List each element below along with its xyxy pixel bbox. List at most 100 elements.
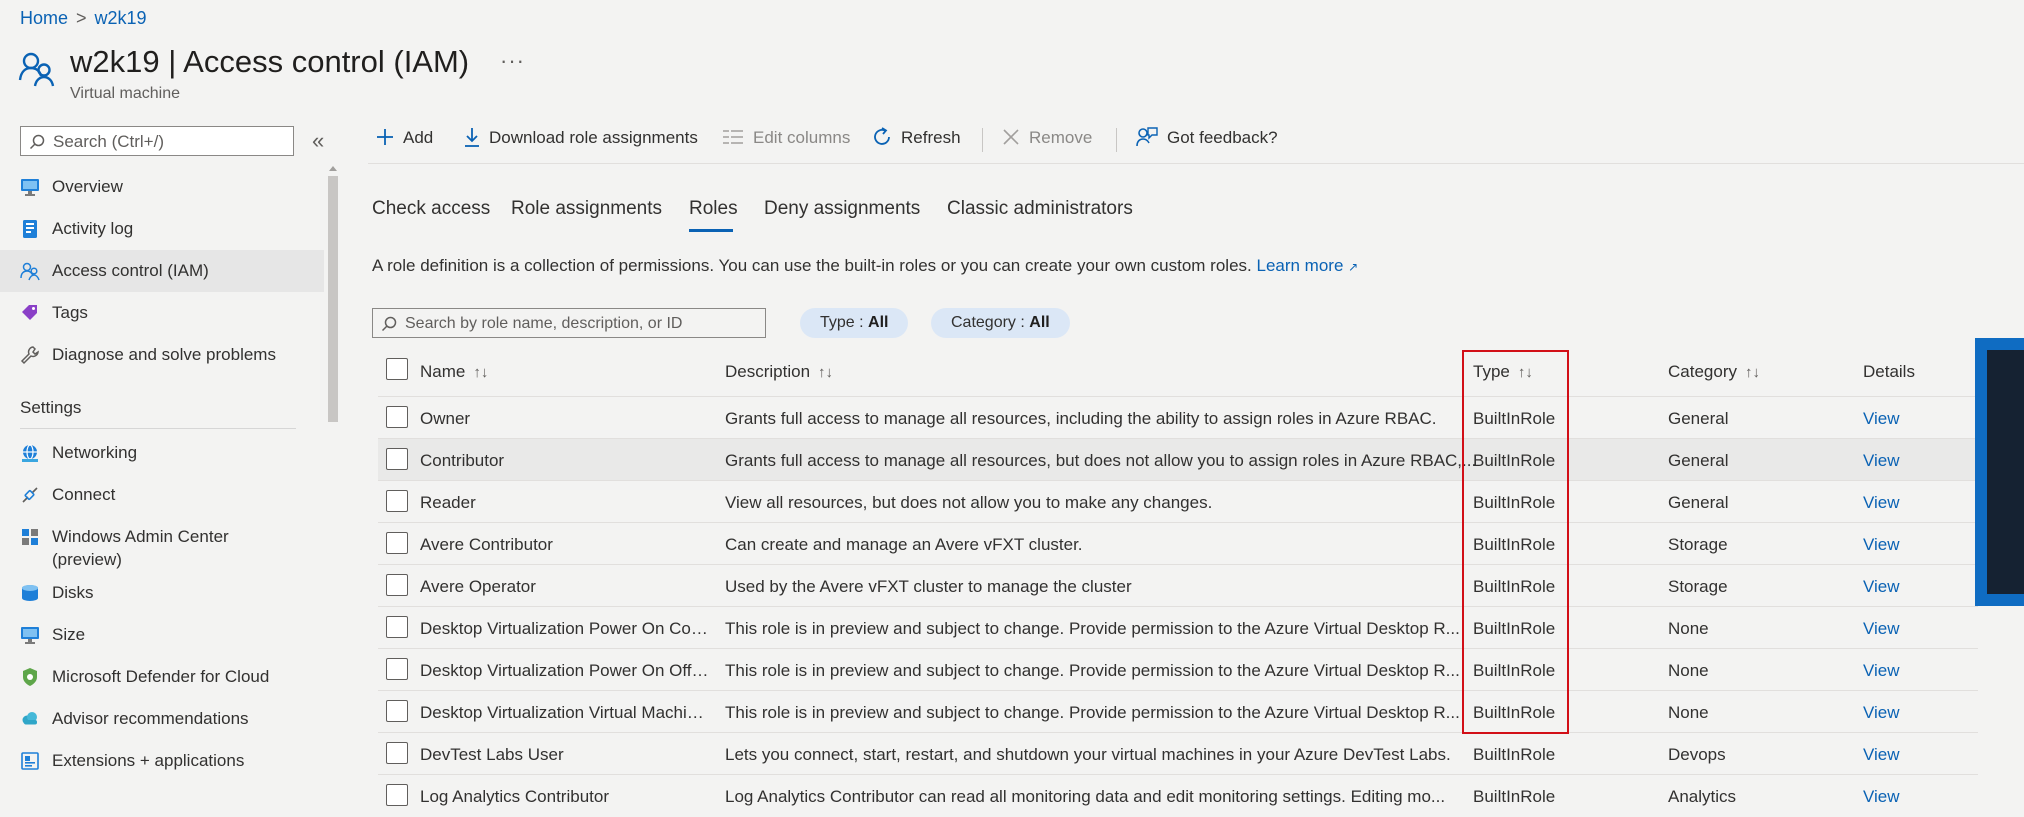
column-header-details: Details — [1863, 362, 1915, 382]
tag-icon — [22, 305, 37, 320]
table-row[interactable]: Avere Operator Used by the Avere vFXT clu… — [378, 564, 1978, 607]
view-details-link[interactable]: View — [1863, 661, 1923, 681]
sort-icon[interactable]: ↑↓ — [473, 364, 488, 381]
view-details-link[interactable]: View — [1863, 409, 1923, 429]
menu-search-input[interactable] — [51, 130, 291, 154]
column-header-category[interactable]: Category ↑↓ — [1668, 362, 1760, 382]
tab-check-access[interactable]: Check access — [372, 198, 490, 220]
table-row[interactable]: DevTest Labs User Lets you connect, start… — [378, 732, 1978, 775]
tab-role-assignments[interactable]: Role assignments — [511, 198, 662, 220]
role-search-input[interactable] — [403, 312, 757, 336]
role-category: None — [1668, 703, 1709, 722]
menu-search-box[interactable] — [20, 126, 294, 156]
tab-classic-administrators[interactable]: Classic administrators — [947, 198, 1133, 220]
role-name: Avere Contributor — [420, 535, 553, 554]
refresh-icon — [874, 126, 890, 145]
view-details-link[interactable]: View — [1863, 703, 1923, 723]
row-checkbox[interactable] — [386, 532, 408, 554]
row-checkbox[interactable] — [386, 742, 408, 764]
role-category: None — [1668, 661, 1709, 680]
view-details-link[interactable]: View — [1863, 619, 1923, 639]
view-details-link[interactable]: View — [1863, 577, 1923, 597]
cloud-icon — [22, 712, 37, 725]
breadcrumb-home-link[interactable]: Home — [20, 8, 68, 28]
sidebar-item-activity-log[interactable]: Activity log — [0, 208, 324, 250]
edit-columns-button[interactable]: Edit columns — [722, 128, 850, 148]
refresh-button[interactable]: Refresh — [872, 126, 961, 149]
column-header-name[interactable]: Name ↑↓ — [420, 362, 488, 382]
download-role-assignments-button[interactable]: Download role assignments — [464, 127, 698, 149]
sidebar-item-overview[interactable]: Overview — [0, 166, 324, 208]
role-search-box[interactable] — [372, 308, 766, 338]
search-icon — [29, 134, 45, 150]
table-row[interactable]: Desktop Virtualization Virtual Machin...… — [378, 690, 1978, 733]
column-header-description[interactable]: Description ↑↓ — [725, 362, 833, 382]
sidebar-item-defender[interactable]: Microsoft Defender for Cloud — [0, 656, 324, 698]
row-checkbox[interactable] — [386, 784, 408, 806]
tab-deny-assignments[interactable]: Deny assignments — [764, 198, 920, 220]
sort-icon[interactable]: ↑↓ — [1745, 364, 1760, 381]
type-filter-pill[interactable]: Type : All — [800, 308, 909, 338]
learn-more-link[interactable]: Learn more ↗ — [1256, 256, 1358, 275]
disks-icon — [22, 585, 38, 601]
sidebar-item-label: Microsoft Defender for Cloud — [52, 667, 270, 686]
role-description: Grants full access to manage all resourc… — [725, 409, 1437, 428]
view-details-link[interactable]: View — [1863, 493, 1923, 513]
people-icon — [18, 52, 55, 87]
sidebar-item-connect[interactable]: Connect — [0, 474, 324, 516]
view-details-link[interactable]: View — [1863, 745, 1923, 765]
collapse-menu-icon[interactable]: « — [312, 128, 324, 154]
sidebar-item-extensions[interactable]: Extensions + applications — [0, 740, 324, 782]
add-button-label: Add — [403, 128, 434, 147]
breadcrumb-separator: > — [76, 8, 87, 28]
view-details-link[interactable]: View — [1863, 787, 1923, 807]
feedback-button[interactable]: Got feedback? — [1136, 126, 1278, 149]
row-checkbox[interactable] — [386, 658, 408, 680]
tab-roles[interactable]: Roles — [689, 198, 738, 220]
view-details-link[interactable]: View — [1863, 451, 1923, 471]
row-checkbox[interactable] — [386, 616, 408, 638]
scrollbar-thumb[interactable] — [328, 176, 338, 422]
sidebar-item-tags[interactable]: Tags — [0, 292, 324, 334]
sidebar-item-size[interactable]: Size — [0, 614, 324, 656]
sidebar-item-access-control[interactable]: Access control (IAM) — [0, 250, 324, 292]
role-description: Lets you connect, start, restart, and sh… — [725, 745, 1451, 764]
sidebar-item-diagnose[interactable]: Diagnose and solve problems — [0, 334, 324, 376]
sort-icon[interactable]: ↑↓ — [818, 364, 833, 381]
table-row[interactable]: Contributor Grants full access to manage … — [378, 438, 1978, 481]
table-row[interactable]: Desktop Virtualization Power On Off ... T… — [378, 648, 1978, 691]
sidebar-scrollbar[interactable] — [328, 166, 338, 796]
scroll-up-arrow-icon[interactable] — [329, 166, 337, 171]
wrench-icon — [20, 346, 39, 365]
page-title: w2k19 | Access control (IAM) — [70, 44, 470, 79]
row-checkbox[interactable] — [386, 490, 408, 512]
row-checkbox[interactable] — [386, 574, 408, 596]
sidebar-item-label: Windows Admin Center (preview) — [52, 527, 229, 569]
category-filter-pill[interactable]: Category : All — [931, 308, 1070, 338]
external-link-icon: ↗ — [1348, 260, 1359, 274]
sidebar-item-label: Tags — [52, 303, 88, 322]
breadcrumb-current-link[interactable]: w2k19 — [95, 8, 147, 28]
row-checkbox[interactable] — [386, 448, 408, 470]
role-name: Contributor — [420, 451, 505, 470]
table-row[interactable]: Desktop Virtualization Power On Con... Th… — [378, 606, 1978, 649]
command-bar-divider — [368, 163, 2024, 164]
row-checkbox[interactable] — [386, 406, 408, 428]
add-button[interactable]: Add — [376, 128, 433, 148]
table-row[interactable]: Owner Grants full access to manage all re… — [378, 396, 1978, 439]
table-row[interactable]: Reader View all resources, but does not a… — [378, 480, 1978, 523]
sidebar-item-windows-admin-center[interactable]: Windows Admin Center (preview) — [0, 516, 324, 569]
view-details-link[interactable]: View — [1863, 535, 1923, 555]
select-all-checkbox[interactable] — [386, 358, 408, 380]
sidebar-item-networking[interactable]: Networking — [0, 432, 324, 474]
refresh-label: Refresh — [901, 128, 961, 147]
role-description: Can create and manage an Avere vFXT clus… — [725, 535, 1083, 554]
remove-button[interactable]: Remove — [1002, 128, 1092, 148]
sidebar-item-disks[interactable]: Disks — [0, 572, 324, 614]
row-checkbox[interactable] — [386, 700, 408, 722]
role-name: DevTest Labs User — [420, 745, 564, 764]
table-row[interactable]: Avere Contributor Can create and manage a… — [378, 522, 1978, 565]
download-button-label: Download role assignments — [489, 128, 698, 147]
sidebar-item-advisor[interactable]: Advisor recommendations — [0, 698, 324, 740]
more-options-icon[interactable]: ··· — [500, 48, 525, 74]
